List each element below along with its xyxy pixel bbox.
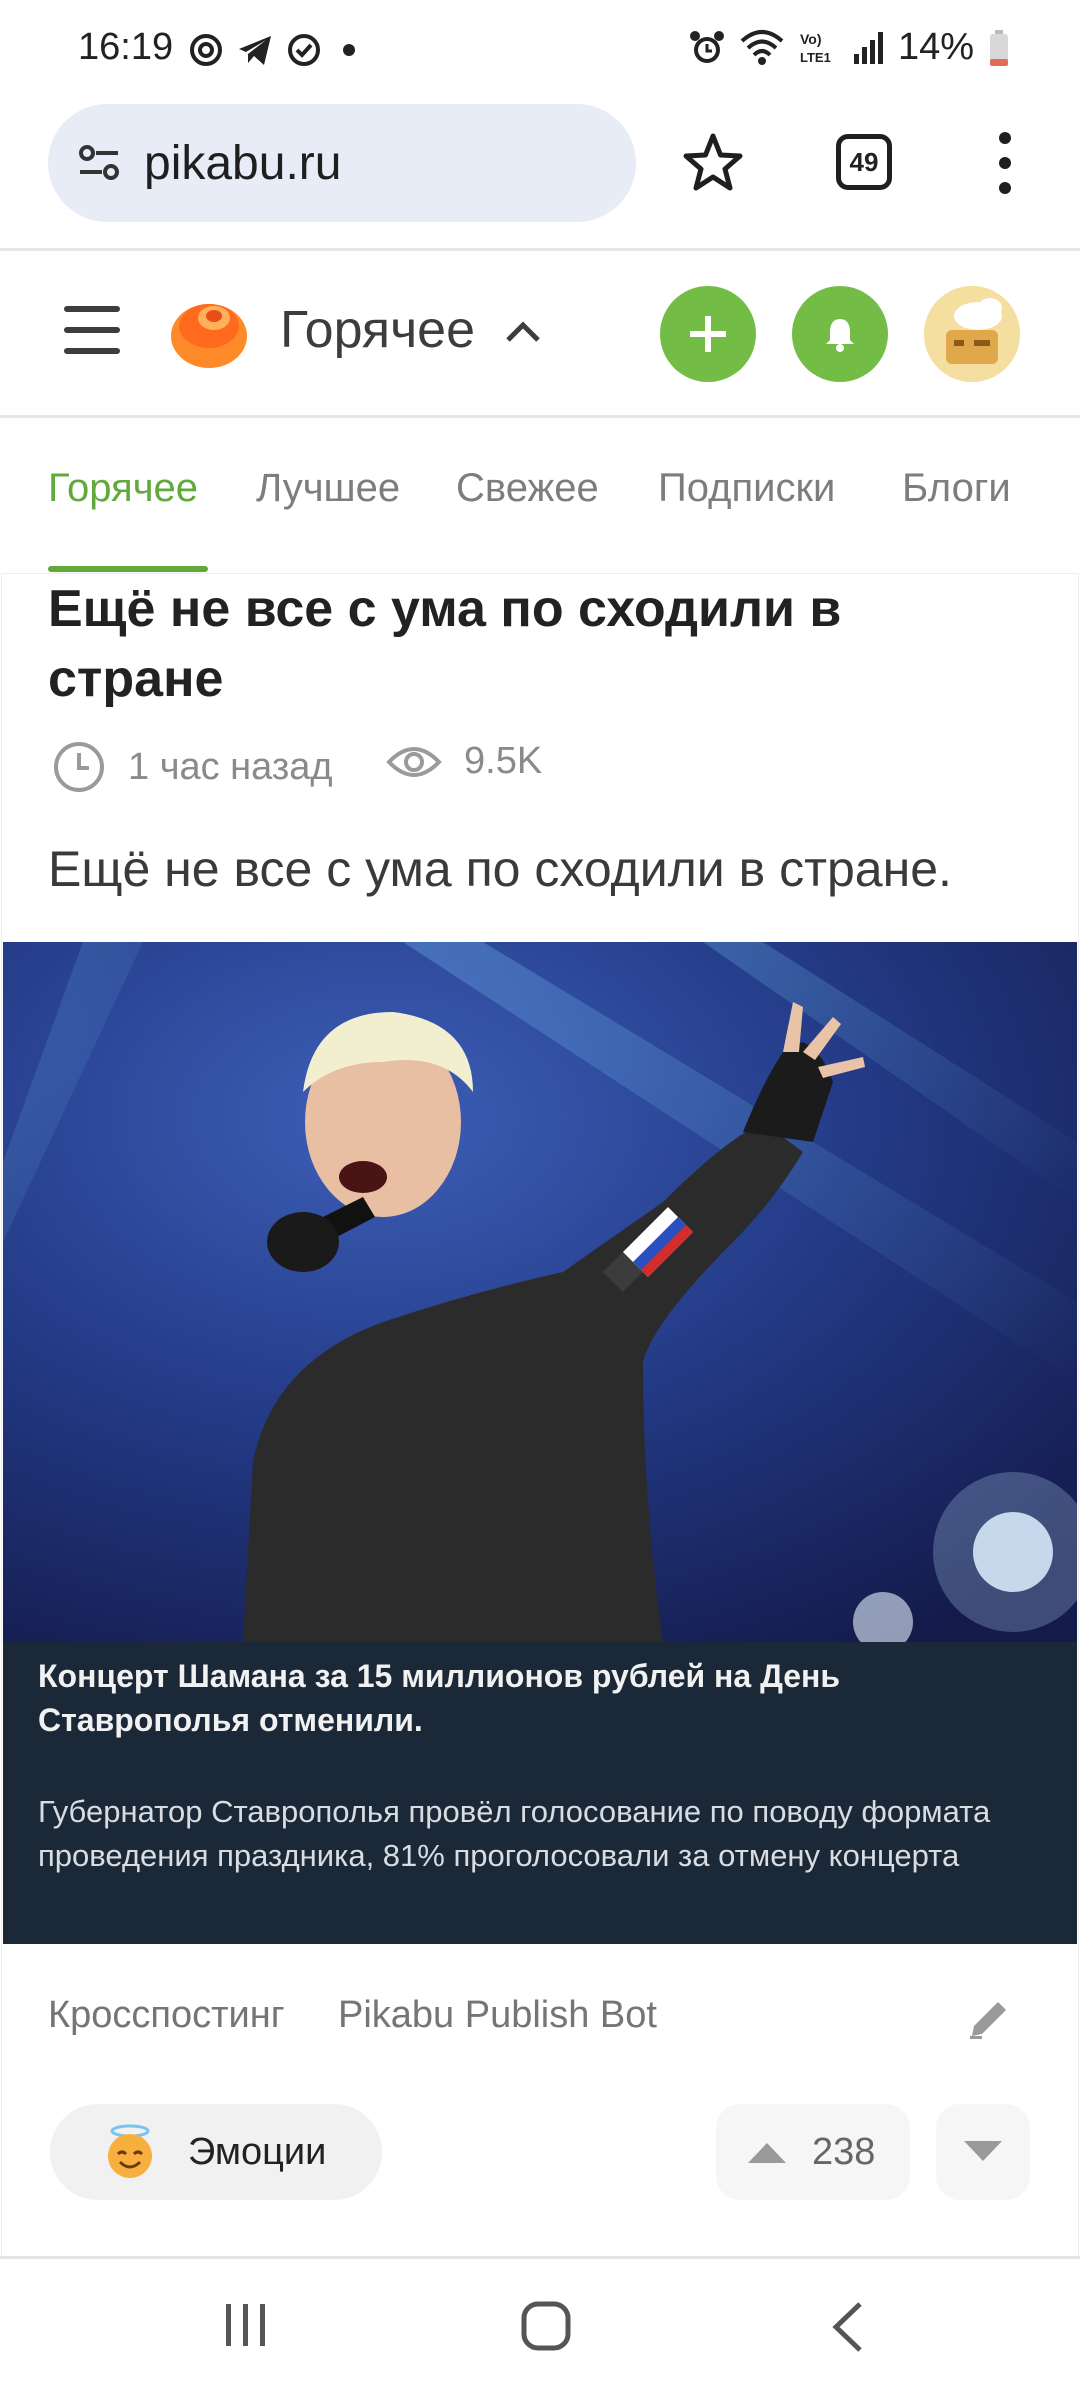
- downvote-button[interactable]: [936, 2104, 1030, 2200]
- check-circle-icon: [288, 34, 320, 66]
- home-icon[interactable]: [520, 2300, 572, 2352]
- crosspost-label[interactable]: Кросспостинг: [48, 1994, 285, 2037]
- chevron-up-icon[interactable]: [502, 316, 544, 346]
- focus-icon: [190, 34, 222, 66]
- tab-subscriptions[interactable]: Подписки: [658, 466, 835, 511]
- post-image[interactable]: [3, 942, 1077, 1642]
- tab-best[interactable]: Лучшее: [256, 466, 400, 511]
- arrow-down-icon: [964, 2141, 1002, 2161]
- back-icon[interactable]: [830, 2300, 864, 2354]
- status-left-icons: [188, 30, 364, 70]
- site-settings-icon[interactable]: [74, 138, 124, 188]
- telegram-icon: [239, 36, 271, 65]
- status-time: 16:19: [78, 26, 174, 68]
- browser-menu-icon[interactable]: [990, 128, 1020, 198]
- plus-icon: [690, 316, 726, 352]
- tab-active-indicator: [48, 566, 208, 572]
- angel-emoji-icon: [108, 2124, 152, 2178]
- clock-icon: [54, 742, 104, 792]
- add-post-button[interactable]: [660, 286, 756, 382]
- rating-count: 238: [812, 2130, 876, 2173]
- section-title[interactable]: Горячее: [280, 300, 475, 360]
- post-views: 9.5K: [386, 740, 542, 783]
- battery-percent: 14%: [897, 26, 974, 68]
- tab-count: 49: [849, 146, 879, 177]
- url-text[interactable]: pikabu.ru: [144, 136, 341, 191]
- battery-icon: [990, 29, 1008, 66]
- emotions-button[interactable]: Эмоции: [50, 2104, 382, 2200]
- post-time: 1 час назад: [52, 740, 333, 794]
- pikabu-logo-icon[interactable]: [166, 288, 252, 374]
- status-right: Vo) LTE1 14%: [688, 26, 1010, 69]
- wifi-icon: [740, 29, 784, 65]
- signal-icon: [853, 31, 883, 64]
- edit-pencil-icon[interactable]: [964, 1994, 1014, 2044]
- recent-apps-icon[interactable]: [222, 2302, 270, 2348]
- post-title[interactable]: Ещё не все с ума по сходили в стране: [48, 574, 1008, 714]
- hamburger-menu-icon[interactable]: [62, 300, 122, 360]
- address-bar[interactable]: pikabu.ru: [48, 104, 636, 222]
- avatar-icon: [924, 286, 1020, 382]
- post-author[interactable]: Pikabu Publish Bot: [338, 1994, 657, 2037]
- image-caption-body: Губернатор Ставрополья провёл голосовани…: [38, 1794, 991, 1873]
- bookmark-star-icon[interactable]: [680, 130, 746, 196]
- eye-icon: [386, 746, 442, 777]
- tab-hot[interactable]: Горячее: [48, 466, 198, 511]
- svg-text:LTE1: LTE1: [800, 50, 831, 65]
- post-views-count: 9.5K: [464, 740, 543, 782]
- tab-blogs[interactable]: Блоги: [902, 466, 1011, 511]
- user-avatar[interactable]: [924, 286, 1020, 382]
- post-text: Ещё не все с ума по сходили в стране.: [48, 841, 952, 897]
- post-time-text: 1 час назад: [128, 745, 333, 788]
- arrow-up-icon: [748, 2143, 786, 2163]
- tab-fresh[interactable]: Свежее: [456, 466, 599, 511]
- volte-icon: Vo) LTE1: [800, 31, 831, 65]
- upvote-button[interactable]: 238: [716, 2104, 910, 2200]
- svg-text:Vo): Vo): [800, 31, 822, 47]
- notifications-button[interactable]: [792, 286, 888, 382]
- tab-switcher-button[interactable]: 49: [836, 134, 892, 190]
- emotions-label: Эмоции: [188, 2130, 327, 2173]
- alarm-icon: [689, 30, 724, 63]
- image-caption-title: Концерт Шамана за 15 миллионов рублей на…: [38, 1658, 841, 1738]
- dot-icon: [343, 44, 355, 56]
- bell-icon: [826, 319, 854, 352]
